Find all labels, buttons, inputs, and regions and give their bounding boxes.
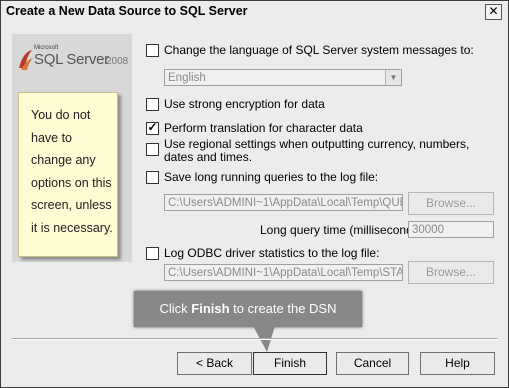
help-button[interactable]: Help <box>420 352 495 375</box>
callout-text-post: to create the DSN <box>229 301 337 316</box>
regional-settings-label: Use regional settings when outputting cu… <box>164 137 470 164</box>
browse-long-query-button[interactable]: Browse... <box>408 192 494 215</box>
change-language-label: Change the language of SQL Server system… <box>164 43 474 57</box>
finish-callout: Click Finish to create the DSN <box>134 291 362 327</box>
chevron-down-icon[interactable]: ▼ <box>385 70 401 85</box>
sticky-note: You do not have to change any options on… <box>18 92 118 257</box>
odbc-stats-log-path-input[interactable]: C:\Users\ADMINI~1\AppData\Local\Temp\STA <box>164 264 403 281</box>
button-separator <box>12 338 498 340</box>
title-bar: Create a New Data Source to SQL Server ✕ <box>1 1 508 23</box>
regional-settings-checkbox[interactable] <box>146 143 159 156</box>
browse-odbc-stats-button[interactable]: Browse... <box>408 261 494 284</box>
strong-encryption-label: Use strong encryption for data <box>164 97 325 111</box>
strong-encryption-checkbox[interactable] <box>146 98 159 111</box>
logo-product: SQL Server <box>34 51 109 68</box>
odbc-stats-log-path-value: C:\Users\ADMINI~1\AppData\Local\Temp\STA <box>168 267 403 279</box>
logo-year: 2008 <box>106 56 129 67</box>
long-query-time-input[interactable]: 30000 <box>408 221 494 238</box>
change-language-checkbox[interactable] <box>146 44 159 57</box>
save-long-queries-checkbox[interactable] <box>146 171 159 184</box>
language-select[interactable]: English ▼ <box>164 69 402 86</box>
sql-server-logo: Microsoft SQL Server 2008 <box>17 45 129 75</box>
long-query-log-path-value: C:\Users\ADMINI~1\AppData\Local\Temp\QUE <box>168 197 403 209</box>
save-long-queries-label: Save long running queries to the log fil… <box>164 170 379 184</box>
sql-server-logo-icon <box>19 50 33 70</box>
perform-translation-checkbox[interactable]: ✓ <box>146 120 159 135</box>
finish-button[interactable]: Finish <box>253 352 327 375</box>
callout-pointer-icon <box>253 326 275 352</box>
callout-text-pre: Click <box>159 301 192 316</box>
back-button[interactable]: < Back <box>177 352 252 375</box>
perform-translation-label: Perform translation for character data <box>164 121 363 135</box>
note-text: You do not have to change any options on… <box>31 108 113 235</box>
dialog-window: Create a New Data Source to SQL Server ✕… <box>0 0 509 388</box>
language-select-value: English <box>168 72 206 84</box>
long-query-time-label: Long query time (milliseconds): <box>260 223 427 237</box>
log-odbc-stats-label: Log ODBC driver statistics to the log fi… <box>164 246 380 260</box>
log-odbc-stats-checkbox[interactable] <box>146 247 159 260</box>
callout-text-bold: Finish <box>191 301 230 316</box>
window-title: Create a New Data Source to SQL Server <box>6 4 248 18</box>
checkmark-icon: ✓ <box>147 120 158 134</box>
close-icon[interactable]: ✕ <box>485 4 502 20</box>
cancel-button[interactable]: Cancel <box>336 352 409 375</box>
long-query-time-value: 30000 <box>412 224 444 236</box>
long-query-log-path-input[interactable]: C:\Users\ADMINI~1\AppData\Local\Temp\QUE <box>164 194 403 211</box>
